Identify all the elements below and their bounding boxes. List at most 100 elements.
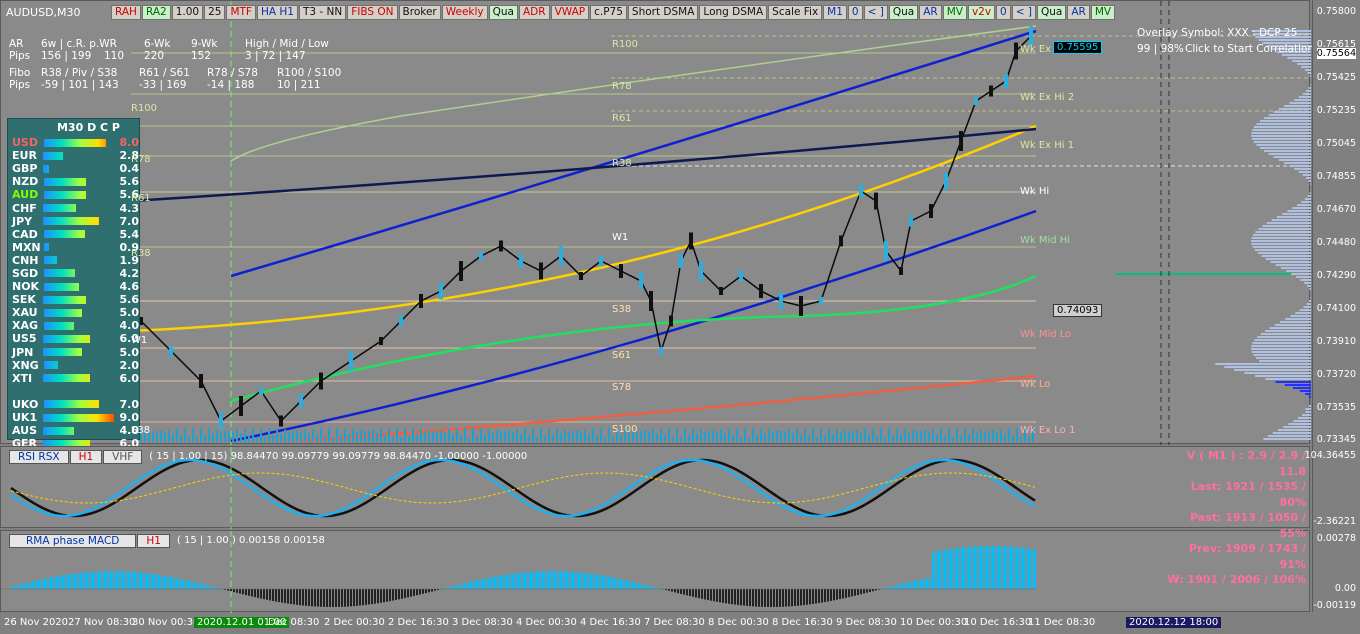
macd-bar xyxy=(452,586,454,589)
toolbar-button-22[interactable]: MV xyxy=(942,5,967,20)
macd-bar xyxy=(470,581,472,589)
macd-bar xyxy=(479,579,481,589)
start-correlation-link[interactable]: Click to Start Correlation xyxy=(1185,43,1314,55)
volume-bar xyxy=(692,428,694,442)
volume-bar xyxy=(952,437,954,442)
toolbar-button-18[interactable]: 0 xyxy=(847,5,863,20)
volume-bar xyxy=(168,429,170,442)
toolbar-button-9[interactable]: Weekly xyxy=(441,5,488,20)
macd-bar xyxy=(467,582,469,589)
volume-bar xyxy=(516,429,518,442)
strength-row: JPN 5.0 xyxy=(8,346,139,359)
volume-bar xyxy=(804,428,806,442)
toolbar-button-23[interactable]: v2v xyxy=(967,5,996,20)
main-chart[interactable]: AUDUSD,M30 RAH RA2 1.00 25 MTF HA H1 T3 - NN FI… xyxy=(0,0,1314,450)
rsi-tf-button[interactable]: H1 xyxy=(69,450,103,464)
macd-bar xyxy=(569,571,571,589)
price-axis-label: 0.73720 xyxy=(1316,369,1356,380)
rsi-vhf-button[interactable]: VHF xyxy=(103,450,143,464)
macd-bar xyxy=(302,589,304,606)
strength-row: GBP 0.4 xyxy=(8,162,139,175)
strength-row: UKO 7.0 xyxy=(8,398,139,411)
pips-label: Pips xyxy=(9,50,31,62)
macd-bar xyxy=(332,589,334,607)
macd-bar xyxy=(329,589,331,607)
macd-bar xyxy=(914,580,916,589)
candle xyxy=(259,387,263,395)
toolbar-button-1[interactable]: RA2 xyxy=(141,5,171,20)
weekly-level-label: Wk Ex Hi 2 xyxy=(1020,92,1075,103)
volume-bar xyxy=(960,436,962,442)
toolbar-button-0[interactable]: RAH xyxy=(111,5,141,20)
toolbar-button-4[interactable]: MTF xyxy=(226,5,256,20)
toolbar-button-28[interactable]: MV xyxy=(1090,5,1116,20)
toolbar-button-25[interactable]: < ] xyxy=(1011,5,1036,20)
macd-bar xyxy=(107,571,109,589)
volume-bar xyxy=(884,437,886,442)
toolbar-button-12[interactable]: VWAP xyxy=(550,5,590,20)
volume-bar xyxy=(744,428,746,442)
macd-name-button[interactable]: RMA phase MACD xyxy=(9,534,137,548)
toolbar-button-14[interactable]: Short DSMA xyxy=(627,5,699,20)
toolbar-button-5[interactable]: HA H1 xyxy=(256,5,298,20)
rsi-panel[interactable]: RSI RSX H1 VHF ( 15 | 1.00 | 15) 98.8447… xyxy=(0,446,1310,529)
toolbar-button-7[interactable]: FIBS ON xyxy=(347,5,398,20)
toolbar-button-3[interactable]: 25 xyxy=(204,5,226,20)
macd-tf-button[interactable]: H1 xyxy=(137,534,170,548)
price-chart-canvas[interactable] xyxy=(1,1,1311,445)
price-axis[interactable]: 104.36455 -2.36221 0.00278 0.00 -0.00119… xyxy=(1305,0,1360,612)
volume-bar xyxy=(704,432,706,442)
volume-bar xyxy=(1020,437,1022,442)
toolbar-button-20[interactable]: Qua xyxy=(888,5,919,20)
toolbar-button-21[interactable]: AR xyxy=(919,5,942,20)
volume-bar xyxy=(232,431,234,442)
volume-bar xyxy=(584,429,586,442)
macd-bar xyxy=(536,571,538,589)
volume-bar xyxy=(556,428,558,442)
volume-bar xyxy=(980,429,982,442)
time-tick: Dec 08:30 xyxy=(268,617,320,628)
macd-bar xyxy=(752,589,754,607)
volume-bar xyxy=(376,433,378,442)
toolbar-button-13[interactable]: c.P75 xyxy=(590,5,627,20)
toolbar-button-15[interactable]: Long DSMA xyxy=(699,5,768,20)
toolbar-button-8[interactable]: Broker xyxy=(398,5,441,20)
toolbar-button-19[interactable]: < ] xyxy=(863,5,888,20)
level-label-left: R38 xyxy=(131,248,151,259)
macd-panel[interactable]: RMA phase MACD H1 ( 15 | 1.00 ) 0.00158 … xyxy=(0,530,1310,613)
macd-bar xyxy=(851,589,853,597)
volume-bar xyxy=(196,436,198,442)
toolbar-button-16[interactable]: Scale Fix xyxy=(768,5,823,20)
macd-bar xyxy=(287,589,289,604)
toolbar-button-24[interactable]: 0 xyxy=(996,5,1011,20)
time-axis[interactable]: 26 Nov 2020 27 Nov 08:30 30 Nov 00:30 2020.… xyxy=(0,613,1310,634)
toolbar-button-10[interactable]: Qua xyxy=(488,5,518,20)
toolbar-button-6[interactable]: T3 - NN xyxy=(298,5,347,20)
macd-bar xyxy=(413,589,415,596)
strength-row: SEK 5.6 xyxy=(8,293,139,306)
strength-bar xyxy=(42,204,77,213)
toolbar-button-2[interactable]: 1.00 xyxy=(171,5,204,20)
macd-bar xyxy=(509,574,511,589)
macd-bar xyxy=(755,589,757,607)
volume-bar xyxy=(920,431,922,442)
macd-bar xyxy=(251,589,253,597)
macd-bar xyxy=(554,571,556,589)
strength-row: MXN 0.9 xyxy=(8,241,139,254)
macd-bar xyxy=(272,589,274,602)
candle xyxy=(679,254,683,268)
ma-green xyxy=(230,274,1037,403)
rsi-name-button[interactable]: RSI RSX xyxy=(9,450,69,464)
level-label-left: R61 xyxy=(131,193,151,204)
toolbar-button-27[interactable]: AR xyxy=(1067,5,1090,20)
macd-bar xyxy=(806,589,808,605)
macd-bar xyxy=(1031,548,1033,589)
strength-bar xyxy=(44,138,107,147)
volume-bar xyxy=(192,428,194,442)
macd-bar xyxy=(944,549,946,589)
toolbar-button-17[interactable]: M1 xyxy=(823,5,847,20)
volume-bar xyxy=(972,428,974,442)
macd-bar xyxy=(206,585,208,589)
toolbar-button-26[interactable]: Qua xyxy=(1036,5,1067,20)
toolbar-button-11[interactable]: ADR xyxy=(519,5,550,20)
